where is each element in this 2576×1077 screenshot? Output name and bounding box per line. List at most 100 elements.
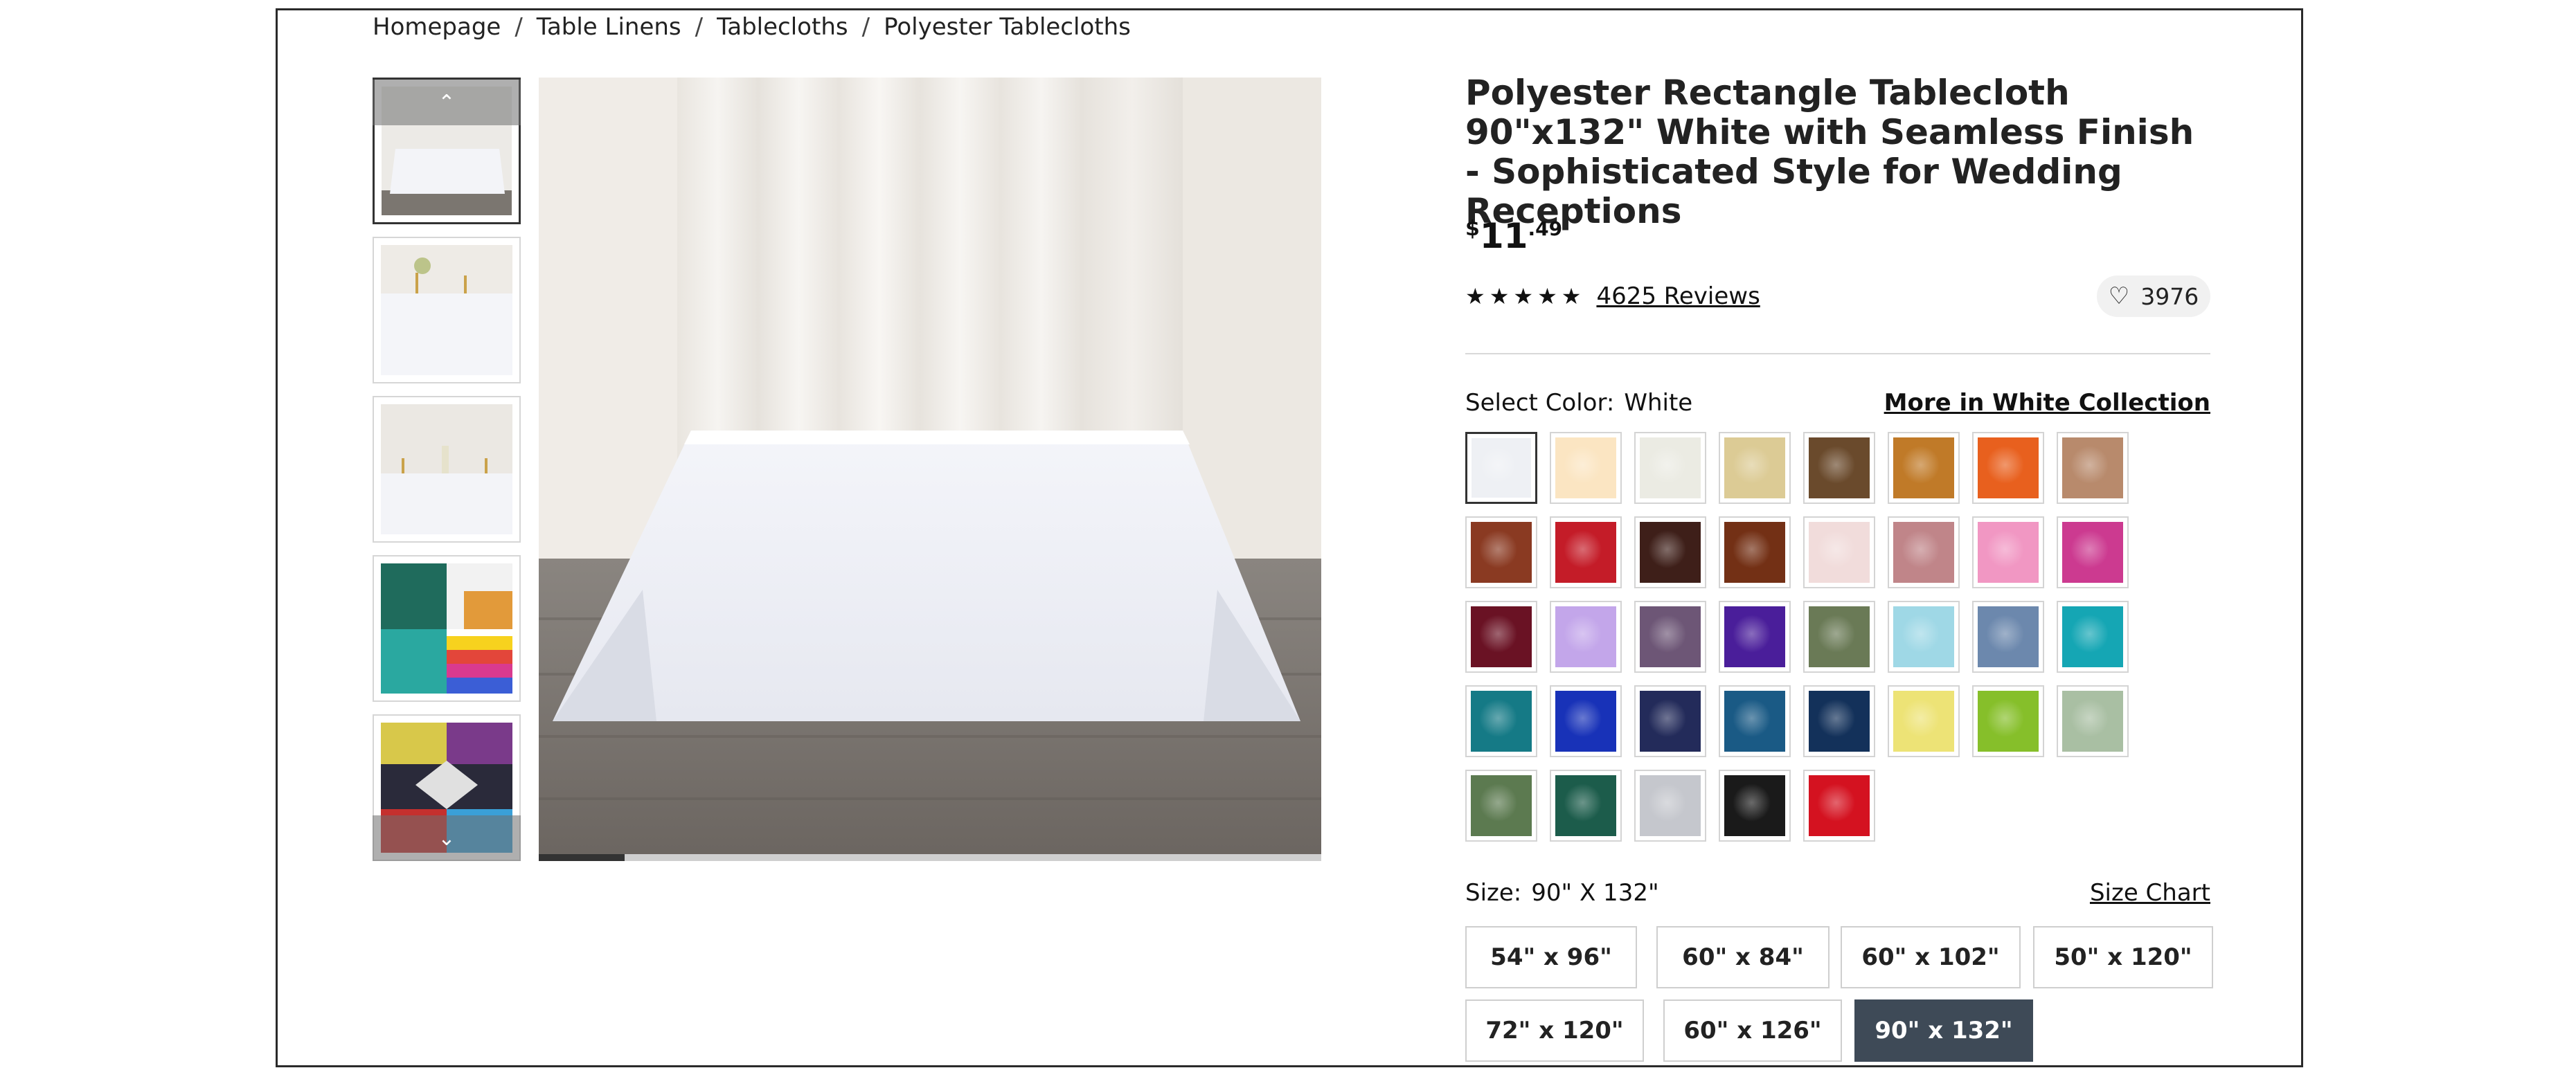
image-progress-fill	[539, 854, 625, 861]
star-icon: ★	[1513, 283, 1534, 309]
price-currency: $	[1465, 217, 1480, 241]
section-divider	[1465, 353, 2210, 354]
swatch-color-chip	[1893, 522, 1954, 583]
color-swatch[interactable]	[1803, 685, 1875, 757]
color-swatch[interactable]	[1972, 516, 2044, 588]
color-swatch[interactable]	[2057, 601, 2129, 673]
wishlist-count: 3976	[2140, 282, 2199, 310]
color-swatch[interactable]	[1803, 601, 1875, 673]
thumbnail-3[interactable]	[373, 396, 521, 543]
selected-size: 90" X 132"	[1531, 879, 1659, 907]
swatch-color-chip	[1471, 775, 1532, 836]
breadcrumb-separator: /	[515, 13, 523, 41]
color-select-label: Select Color: White	[1465, 389, 1692, 417]
color-swatch[interactable]	[1550, 770, 1622, 842]
thumbnail-scroll-up[interactable]: ⌃	[373, 80, 521, 125]
size-chart-link[interactable]: Size Chart	[2090, 879, 2210, 907]
color-swatch[interactable]	[1465, 516, 1537, 588]
color-swatch[interactable]	[1972, 432, 2044, 504]
color-swatch[interactable]	[1550, 685, 1622, 757]
thumbnail-2[interactable]	[373, 237, 521, 383]
size-option-button[interactable]: 72" x 120"	[1465, 999, 1644, 1062]
thumbnail-image	[381, 245, 512, 375]
breadcrumb-tablecloths[interactable]: Tablecloths	[717, 13, 848, 41]
swatch-color-chip	[1893, 691, 1954, 752]
color-swatch[interactable]	[2057, 516, 2129, 588]
color-swatch[interactable]	[1550, 601, 1622, 673]
color-swatch[interactable]	[1888, 685, 1960, 757]
breadcrumb-polyester-tablecloths[interactable]: Polyester Tablecloths	[884, 13, 1131, 41]
color-swatch[interactable]	[1803, 432, 1875, 504]
size-option-button[interactable]: 50" x 120"	[2033, 926, 2213, 988]
breadcrumb-homepage[interactable]: Homepage	[373, 13, 501, 41]
size-select-label: Size: 90" X 132"	[1465, 879, 1659, 907]
reviews-link[interactable]: 4625 Reviews	[1596, 282, 1760, 310]
color-swatch[interactable]	[1634, 770, 1706, 842]
chevron-up-icon: ⌃	[438, 90, 456, 115]
color-swatch[interactable]	[1972, 685, 2044, 757]
thumbnail-strip: ⌃ ⌄	[373, 78, 521, 861]
swatch-color-chip	[1724, 606, 1785, 667]
color-swatch[interactable]	[2057, 685, 2129, 757]
color-swatch[interactable]	[1465, 601, 1537, 673]
color-swatch[interactable]	[1634, 601, 1706, 673]
swatch-color-chip	[1809, 606, 1870, 667]
size-option-button[interactable]: 60" x 102"	[1841, 926, 2021, 988]
swatch-color-chip	[1978, 437, 2039, 498]
breadcrumb-table-linens[interactable]: Table Linens	[537, 13, 681, 41]
color-swatch[interactable]	[1465, 432, 1537, 504]
color-swatch[interactable]	[1634, 432, 1706, 504]
heart-icon: ♡	[2108, 282, 2130, 310]
color-swatch[interactable]	[2057, 432, 2129, 504]
color-swatch[interactable]	[1550, 432, 1622, 504]
color-swatch[interactable]	[1719, 516, 1791, 588]
star-icon: ★	[1465, 283, 1485, 309]
main-product-image[interactable]	[539, 78, 1321, 861]
color-swatch[interactable]	[1803, 516, 1875, 588]
swatch-color-chip	[1471, 691, 1532, 752]
thumbnail-4[interactable]	[373, 555, 521, 702]
color-swatch[interactable]	[1634, 685, 1706, 757]
color-swatch[interactable]	[1634, 516, 1706, 588]
swatch-color-chip	[2062, 522, 2123, 583]
price-whole: 11	[1479, 216, 1528, 256]
image-progress-bar	[539, 854, 1321, 861]
color-swatch[interactable]	[1888, 601, 1960, 673]
thumbnail-image	[381, 563, 512, 694]
color-swatch[interactable]	[1803, 770, 1875, 842]
color-swatch[interactable]	[1465, 770, 1537, 842]
product-price: $11.49	[1465, 216, 1562, 256]
tablecloth-photo	[539, 78, 1321, 861]
swatch-color-chip	[2062, 691, 2123, 752]
swatch-color-chip	[1893, 437, 1954, 498]
color-swatch[interactable]	[1550, 516, 1622, 588]
size-option-button[interactable]: 90" x 132"	[1854, 999, 2033, 1062]
size-option-button[interactable]: 54" x 96"	[1465, 926, 1637, 988]
swatch-color-chip	[1640, 606, 1701, 667]
color-swatch[interactable]	[1719, 685, 1791, 757]
thumbnail-scroll-down[interactable]: ⌄	[373, 815, 521, 861]
swatch-color-chip	[1640, 775, 1701, 836]
size-option-button[interactable]: 60" x 126"	[1663, 999, 1842, 1062]
wishlist-button[interactable]: ♡ 3976	[2097, 275, 2210, 317]
swatch-color-chip	[1555, 775, 1616, 836]
more-in-collection-link[interactable]: More in White Collection	[1884, 389, 2210, 417]
swatch-color-chip	[1555, 606, 1616, 667]
swatch-color-chip	[1978, 691, 2039, 752]
swatch-color-chip	[1724, 437, 1785, 498]
color-swatch[interactable]	[1972, 601, 2044, 673]
star-icon: ★	[1561, 283, 1582, 309]
size-option-button[interactable]: 60" x 84"	[1656, 926, 1830, 988]
swatch-color-chip	[1555, 691, 1616, 752]
swatch-color-chip	[1555, 522, 1616, 583]
star-icon: ★	[1537, 283, 1557, 309]
color-swatch[interactable]	[1719, 432, 1791, 504]
color-swatch[interactable]	[1719, 770, 1791, 842]
breadcrumb: Homepage / Table Linens / Tablecloths / …	[373, 10, 1131, 44]
color-swatch[interactable]	[1888, 432, 1960, 504]
breadcrumb-separator: /	[695, 13, 704, 41]
color-swatch[interactable]	[1719, 601, 1791, 673]
color-swatch[interactable]	[1465, 685, 1537, 757]
swatch-color-chip	[1809, 775, 1870, 836]
color-swatch[interactable]	[1888, 516, 1960, 588]
